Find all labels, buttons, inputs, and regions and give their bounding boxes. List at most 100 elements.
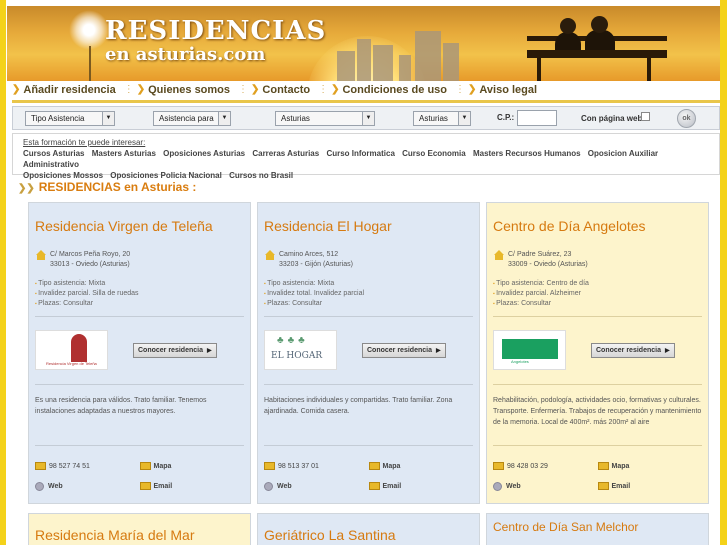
residence-address: Camino Arces, 512 33203 - Gijón (Asturias… xyxy=(264,250,473,270)
training-box: Esta formación te puede interesar: Curso… xyxy=(12,133,720,180)
training-link[interactable]: Cursos no Brasil xyxy=(229,171,293,180)
nav-contact[interactable]: ❯ Contacto xyxy=(251,84,310,96)
residence-description: Habitaciones individuales y compartidas.… xyxy=(264,397,453,415)
residence-contact: 98 513 37 01 Mapa Web Email xyxy=(264,456,473,496)
assistance-for-select[interactable]: Asistencia para ▼ xyxy=(153,111,231,126)
phone-icon xyxy=(35,462,46,470)
residence-logo[interactable]: Angelotes xyxy=(493,330,566,370)
training-link[interactable]: Masters Recursos Humanos xyxy=(473,149,581,158)
residence-address: C/ Padre Suárez, 23 33009 - Oviedo (Astur… xyxy=(493,250,702,270)
map-link[interactable]: Mapa xyxy=(597,456,703,476)
map-icon xyxy=(597,462,609,470)
chevron-right-icon: ❯ xyxy=(331,84,340,95)
nav-add-residence[interactable]: ❯ Añadir residencia xyxy=(12,84,116,96)
assistance-type-select[interactable]: Tipo Asistencia ▼ xyxy=(25,111,115,126)
residence-name[interactable]: Residencia El Hogar xyxy=(264,218,473,238)
nav-about[interactable]: ❯ Quienes somos xyxy=(137,84,230,96)
training-link[interactable]: Cursos Asturias xyxy=(23,149,85,158)
chevron-right-icon: ❯ xyxy=(251,84,260,95)
residence-card: Centro de Día Angelotes C/ Padre Suárez,… xyxy=(486,202,709,504)
chevron-right-icon: ❯ xyxy=(12,84,21,95)
residence-logo[interactable]: Residencia Virgen de Teleña xyxy=(35,330,108,370)
training-link[interactable]: Masters Asturias xyxy=(92,149,156,158)
nav-terms[interactable]: ❯ Condiciones de uso xyxy=(331,84,447,96)
phone-icon xyxy=(493,462,504,470)
training-title[interactable]: Esta formación te puede interesar: xyxy=(23,138,719,147)
know-residence-button[interactable]: Conocer residencia ▶ xyxy=(362,342,446,358)
residence-description: Rehabilitación, podología, actividades o… xyxy=(493,397,702,426)
chevron-down-icon: ▼ xyxy=(218,112,230,125)
email-icon xyxy=(597,482,609,490)
web-link[interactable]: Web xyxy=(493,476,598,496)
dandelion-icon xyxy=(69,10,109,50)
site-logo-subtitle[interactable]: en asturias.com xyxy=(105,44,265,65)
residence-features: Tipo asistencia: Centro de día Invalidez… xyxy=(493,279,702,309)
residence-features: Tipo asistencia: Mixta Invalidez total. … xyxy=(264,279,473,309)
play-icon: ▶ xyxy=(206,347,212,354)
site-logo[interactable]: RESIDENCIAS xyxy=(105,16,326,46)
email-icon xyxy=(368,482,380,490)
phone-item: 98 428 03 29 xyxy=(493,456,598,476)
know-residence-button[interactable]: Conocer residencia ▶ xyxy=(133,342,217,358)
phone-item: 98 513 37 01 xyxy=(264,456,369,476)
web-filter-checkbox[interactable] xyxy=(641,112,650,121)
tree-icon: ♣♣♣ xyxy=(277,335,309,346)
chevron-right-icon: ❯ xyxy=(136,84,146,95)
chevron-right-icon: ❯ xyxy=(468,84,477,95)
residence-name[interactable]: Centro de Día San Melchor xyxy=(493,520,702,534)
map-icon xyxy=(139,462,151,470)
chevron-down-icon: ▼ xyxy=(362,112,374,125)
residence-card: Residencia María del Mar xyxy=(28,513,251,545)
phone-icon xyxy=(264,462,275,470)
training-link[interactable]: Curso Informatica xyxy=(326,149,394,158)
postal-code-label: C.P.: xyxy=(497,113,515,122)
globe-icon xyxy=(264,481,273,491)
phone-item: 98 527 74 51 xyxy=(35,456,140,476)
residence-name[interactable]: Centro de Día Angelotes xyxy=(493,218,702,238)
play-icon: ▶ xyxy=(664,347,670,354)
residence-name[interactable]: Geriátrico La Santina xyxy=(264,527,473,543)
email-link[interactable]: Email xyxy=(139,476,245,496)
residence-card: Centro de Día San Melchor xyxy=(486,513,709,545)
web-link[interactable]: Web xyxy=(35,476,140,496)
email-icon xyxy=(139,482,151,490)
training-link[interactable]: Oposiciones Policia Nacional xyxy=(110,171,222,180)
residence-card: Residencia Virgen de Teleña C/ Marcos Pe… xyxy=(28,202,251,504)
map-link[interactable]: Mapa xyxy=(368,456,474,476)
search-ok-button[interactable]: ok xyxy=(677,109,696,128)
globe-icon xyxy=(35,481,44,491)
training-link[interactable]: Oposiciones Mossos xyxy=(23,171,103,180)
residence-logo[interactable]: ♣♣♣ EL HOGAR xyxy=(264,330,337,370)
chevron-down-icon: ▼ xyxy=(102,112,114,125)
province-select[interactable]: Asturias ▼ xyxy=(413,111,471,126)
training-link[interactable]: Curso Economia xyxy=(402,149,466,158)
residence-name[interactable]: Residencia Virgen de Teleña xyxy=(35,218,244,238)
residence-features: Tipo asistencia: Mixta Invalidez parcial… xyxy=(35,279,244,309)
email-link[interactable]: Email xyxy=(597,476,703,496)
email-link[interactable]: Email xyxy=(368,476,474,496)
house-icon xyxy=(493,250,505,260)
web-link[interactable]: Web xyxy=(264,476,369,496)
training-links: Cursos Asturias Masters Asturias Oposici… xyxy=(23,148,719,181)
residence-card: Geriátrico La Santina xyxy=(257,513,480,545)
residence-contact: 98 527 74 51 Mapa Web Email xyxy=(35,456,244,496)
section-title: ❯❯ RESIDENCIAS en Asturias : xyxy=(18,180,197,194)
web-filter-label: Con página web xyxy=(581,114,643,123)
house-icon xyxy=(35,250,47,260)
region-select[interactable]: Asturias ▼ xyxy=(275,111,375,126)
training-link[interactable]: Carreras Asturias xyxy=(252,149,319,158)
know-residence-button[interactable]: Conocer residencia ▶ xyxy=(591,342,675,358)
residence-card: Residencia El Hogar Camino Arces, 512 332… xyxy=(257,202,480,504)
main-nav: ❯ Añadir residencia ⋮ ❯ Quienes somos ⋮ ❯ C… xyxy=(12,81,720,98)
nav-legal[interactable]: ❯ Aviso legal xyxy=(468,84,537,96)
postal-code-input[interactable] xyxy=(517,110,557,126)
globe-icon xyxy=(493,481,502,491)
residence-name[interactable]: Residencia María del Mar xyxy=(35,527,244,543)
residence-address: C/ Marcos Peña Royo, 20 33013 - Oviedo (A… xyxy=(35,250,244,270)
training-link[interactable]: Oposiciones Asturias xyxy=(163,149,245,158)
nav-divider xyxy=(12,100,720,103)
search-bar: Tipo Asistencia ▼ Asistencia para ▼ Asturi… xyxy=(12,106,720,130)
building-icon xyxy=(71,334,87,362)
header-banner: RESIDENCIAS en asturias.com xyxy=(7,6,720,81)
map-link[interactable]: Mapa xyxy=(139,456,245,476)
